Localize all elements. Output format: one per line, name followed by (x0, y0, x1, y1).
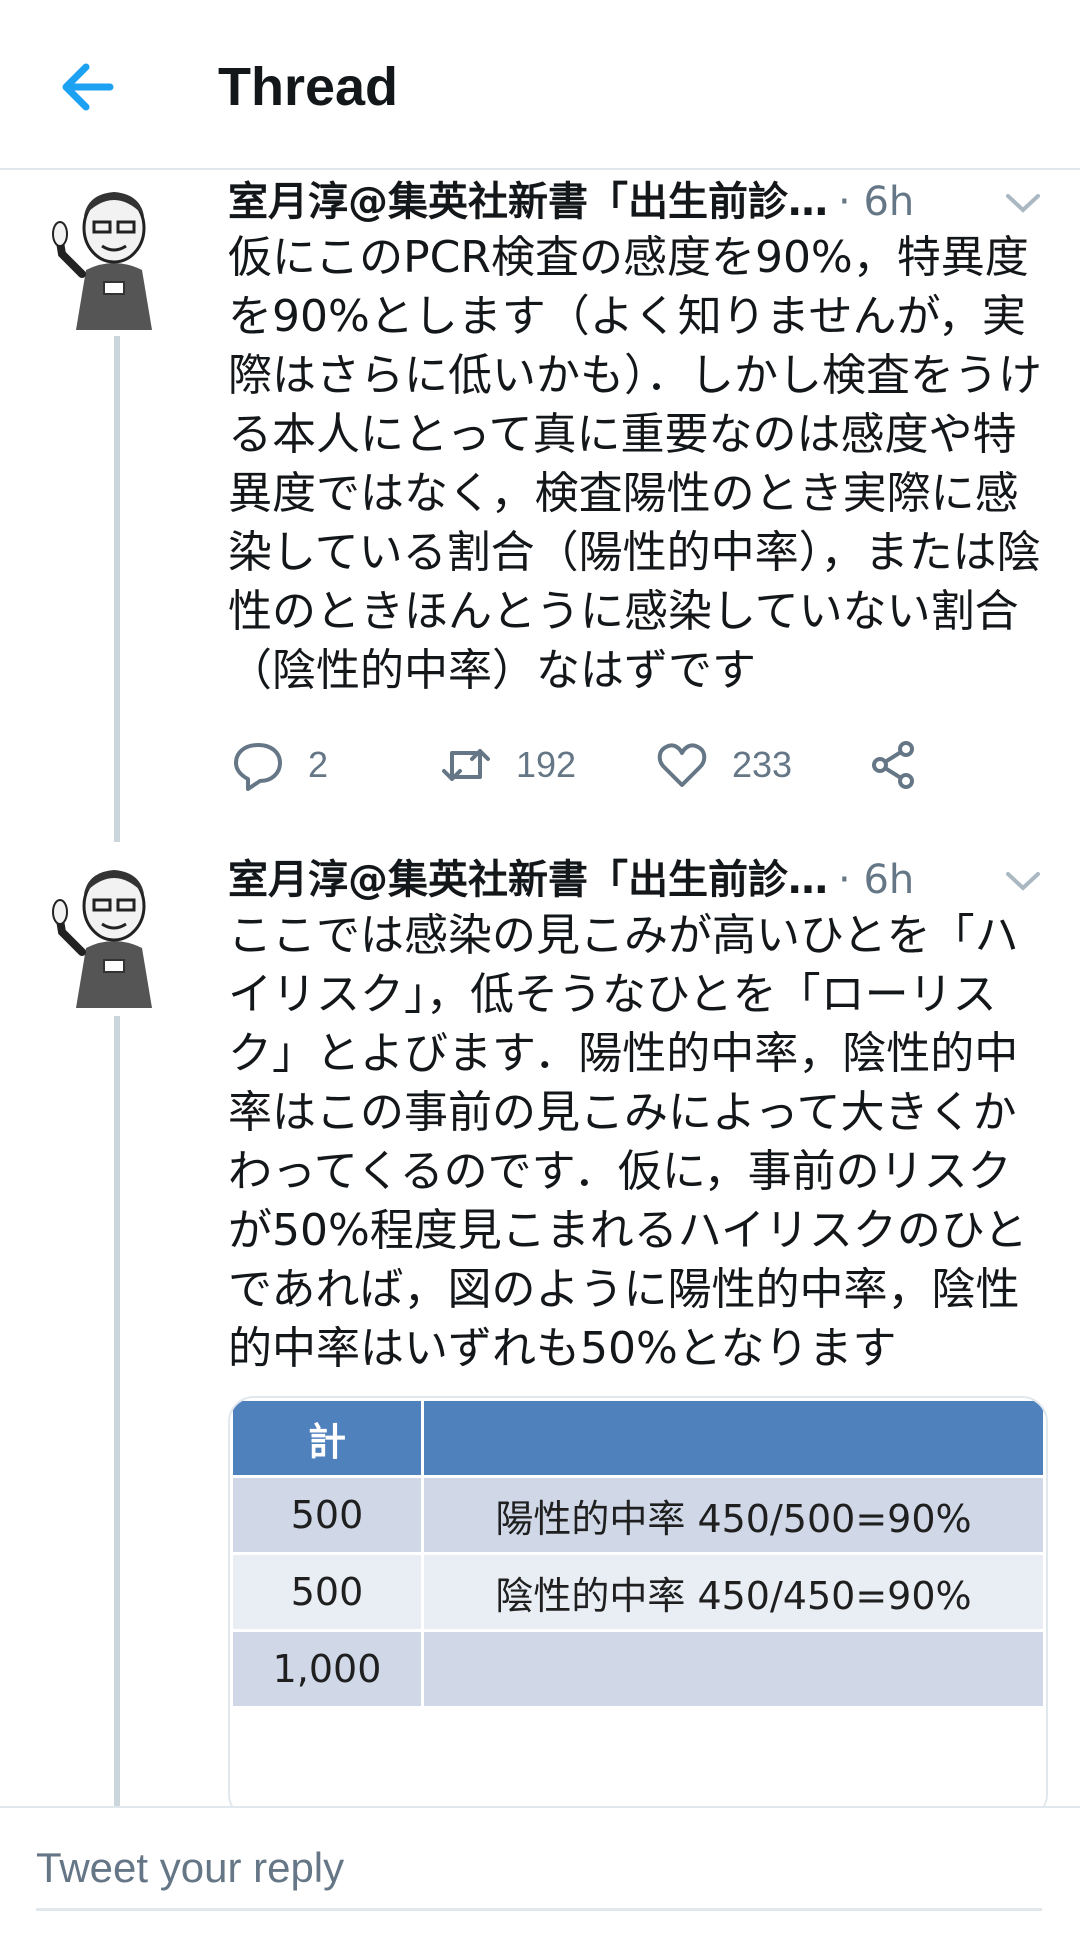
reply-bar (0, 1806, 1080, 1946)
author-name[interactable]: 室月淳@集英社新書「出生前診… (228, 857, 828, 903)
share-button[interactable] (868, 730, 920, 800)
table-caption: （罹患率50%のとき） (421, 1706, 1046, 1818)
table-cell: 500 (230, 1475, 424, 1555)
table-cell: 陰性的中率 450/450=90% (421, 1552, 1046, 1632)
avatar[interactable] (48, 848, 180, 1008)
reply-button[interactable]: 2 (232, 730, 328, 800)
table-row: 500 陰性的中率 450/450=90% (230, 1552, 1046, 1632)
reply-icon (234, 743, 282, 791)
page-title: Thread (218, 57, 399, 117)
table-header-row: 計 (230, 1398, 1046, 1478)
table-row: 500 陽性的中率 450/500=90% (230, 1475, 1046, 1555)
table-cell (421, 1629, 1046, 1709)
result-table: 計 500 陽性的中率 450/500=90% 500 陰性的中率 450/45… (230, 1398, 1046, 1818)
timestamp[interactable]: 6h (863, 179, 914, 225)
table-header-cell: 計 (230, 1398, 424, 1478)
top-bar: Thread (0, 0, 1080, 170)
table-row: 1,000 (230, 1629, 1046, 1709)
avatar[interactable] (48, 170, 180, 330)
chevron-down-icon[interactable] (1004, 188, 1042, 218)
like-icon (657, 743, 707, 787)
like-button[interactable]: 233 (656, 730, 792, 800)
tweet-header: 室月淳@集英社新書「出生前診… · 6h (228, 848, 1048, 912)
share-icon (872, 741, 914, 789)
reply-count: 2 (308, 744, 329, 785)
tweet-text: ここでは感染の見こみが高いひとを「ハイリスク」，低そうなひとを「ローリスク」とよ… (228, 910, 1028, 1374)
separator: · (838, 179, 851, 225)
chevron-down-icon[interactable] (1004, 866, 1042, 896)
tweet-image[interactable]: 計 500 陽性的中率 450/500=90% 500 陰性的中率 450/45… (228, 1396, 1048, 1820)
separator: · (838, 857, 851, 903)
retweet-button[interactable]: 192 (440, 730, 576, 800)
retweet-count: 192 (516, 744, 577, 785)
back-arrow-icon[interactable] (52, 52, 122, 122)
tweet[interactable]: 室月淳@集英社新書「出生前診… · 6h 仮にこのPCR検査の感度を90%，特異度… (0, 170, 1080, 850)
table-row: （罹患率50%のとき） (230, 1706, 1046, 1818)
table-cell: 陽性的中率 450/500=90% (421, 1475, 1046, 1555)
author-name[interactable]: 室月淳@集英社新書「出生前診… (228, 179, 828, 225)
table-cell: 500 (230, 1552, 424, 1632)
reply-input[interactable] (36, 1828, 1042, 1911)
retweet-icon (442, 749, 490, 781)
table-cell: 1,000 (230, 1629, 424, 1709)
like-count: 233 (732, 744, 793, 785)
tweet-header: 室月淳@集英社新書「出生前診… · 6h (228, 170, 1048, 234)
tweet-actions: 2 192 233 (228, 730, 1048, 800)
table-header-cell (421, 1398, 1046, 1478)
tweet[interactable]: 室月淳@集英社新書「出生前診… · 6h ここでは感染の見こみが高いひとを「ハイリ… (0, 848, 1080, 1820)
table-cell (230, 1706, 424, 1818)
tweet-text: 仮にこのPCR検査の感度を90%，特異度を90%とします（よく知りませんが，実際… (228, 232, 1042, 696)
timestamp[interactable]: 6h (863, 857, 914, 903)
